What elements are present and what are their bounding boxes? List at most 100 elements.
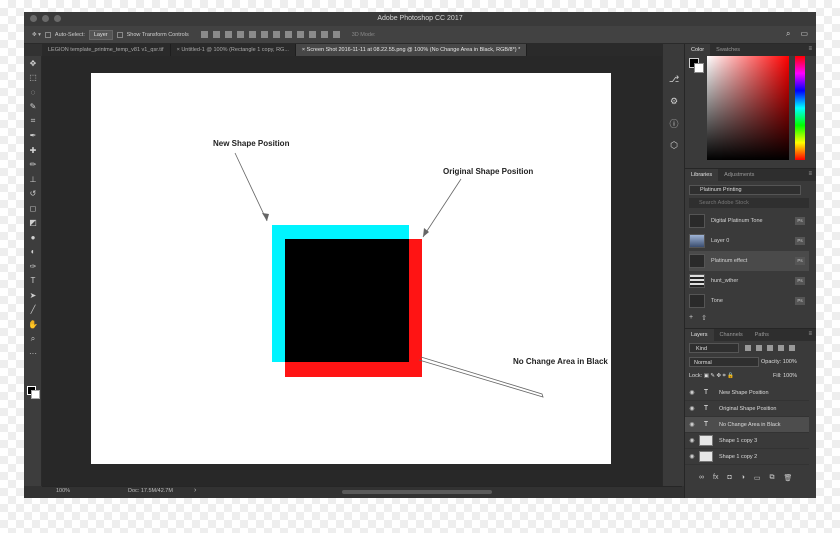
workspace-icon[interactable]: ▭	[800, 29, 808, 39]
history-icon[interactable]: ⎇	[663, 68, 685, 90]
background-color-swatch[interactable]	[31, 390, 40, 399]
trash-icon[interactable]: 🗑	[784, 474, 793, 482]
fx-icon[interactable]: fx	[713, 474, 718, 482]
layer-row[interactable]: ◉ T Original Shape Position	[685, 401, 809, 417]
link-icon[interactable]: ∞	[699, 474, 704, 482]
library-item[interactable]: hunt_wther Ps	[689, 271, 809, 291]
tab-channels[interactable]: Channels	[714, 329, 749, 341]
adjustment-icon[interactable]: ◑	[741, 474, 745, 482]
chevron-right-icon[interactable]: ›	[194, 487, 196, 494]
auto-select-checkbox[interactable]	[44, 31, 51, 38]
align-middle-icon[interactable]	[212, 31, 220, 38]
library-dropdown[interactable]: Platinum Printing	[689, 185, 801, 195]
hand-icon[interactable]: ✋	[24, 317, 42, 332]
gradient-icon[interactable]: ◩	[24, 216, 42, 231]
move-icon[interactable]: ✥	[24, 56, 42, 71]
canvas-area[interactable]: New Shape Position Original Shape Positi…	[42, 56, 682, 486]
align-left-icon[interactable]	[236, 31, 244, 38]
layer-row[interactable]: ◉ T New Shape Position	[685, 385, 809, 401]
zoom-level[interactable]: 100%	[56, 488, 70, 494]
tab-swatches[interactable]: Swatches	[710, 44, 746, 56]
more-icon[interactable]: ···	[24, 346, 42, 361]
folder-icon[interactable]: ▭	[754, 474, 761, 482]
library-item[interactable]: Layer 0 Ps	[689, 231, 809, 251]
panel-menu-icon[interactable]: ≡	[808, 46, 812, 52]
panel-menu-icon[interactable]: ≡	[808, 331, 812, 337]
filter-adjustment-icon[interactable]	[756, 345, 762, 351]
dodge-icon[interactable]: ◐	[24, 245, 42, 260]
library-item[interactable]: Platinum effect Ps	[689, 251, 809, 271]
tab-paths[interactable]: Paths	[749, 329, 775, 341]
tab-untitled-1[interactable]: × Untitled-1 @ 100% (Rectangle 1 copy, R…	[171, 44, 296, 56]
blend-mode-dropdown[interactable]: Normal	[689, 357, 759, 367]
brush-icon[interactable]: ✏	[24, 158, 42, 173]
horizontal-scrollbar[interactable]	[342, 490, 492, 494]
zoom-icon[interactable]: ⌕	[24, 332, 42, 347]
type-icon[interactable]: T	[24, 274, 42, 289]
filter-type-icon[interactable]	[767, 345, 773, 351]
filter-pixel-icon[interactable]	[745, 345, 751, 351]
distribute-left-icon[interactable]	[308, 31, 316, 38]
tab-layers[interactable]: Layers	[685, 329, 714, 341]
opacity-control[interactable]: Opacity: 100%	[761, 357, 797, 367]
healing-icon[interactable]: ✚	[24, 143, 42, 158]
mask-icon[interactable]: ◘	[727, 474, 731, 482]
stamp-icon[interactable]: ⊥	[24, 172, 42, 187]
path-select-icon[interactable]: ➤	[24, 288, 42, 303]
panel-menu-icon[interactable]: ≡	[808, 171, 812, 177]
distribute-bottom-icon[interactable]	[296, 31, 304, 38]
align-right-icon[interactable]	[260, 31, 268, 38]
minimize-window-button[interactable]	[42, 15, 49, 22]
3d-icon[interactable]: ⬡	[663, 134, 685, 156]
quick-select-icon[interactable]: ✎	[24, 100, 42, 115]
align-center-icon[interactable]	[248, 31, 256, 38]
add-icon[interactable]: +	[689, 314, 693, 322]
layer-kind-filter[interactable]: Kind	[689, 343, 739, 353]
filter-smart-icon[interactable]	[789, 345, 795, 351]
move-icon[interactable]: ✥ ▾	[32, 32, 41, 38]
lock-icon[interactable]: ▣ ✎ ✥ ⌗ 🔒	[704, 373, 734, 379]
eye-icon[interactable]: ◉	[685, 453, 699, 460]
close-window-button[interactable]	[30, 15, 37, 22]
eye-icon[interactable]: ◉	[685, 437, 699, 444]
eye-icon[interactable]: ◉	[685, 405, 699, 412]
history-brush-icon[interactable]: ↺	[24, 187, 42, 202]
distribute-top-icon[interactable]	[272, 31, 280, 38]
lasso-icon[interactable]: ◌	[24, 85, 42, 100]
eraser-icon[interactable]: ◻	[24, 201, 42, 216]
align-bottom-icon[interactable]	[224, 31, 232, 38]
crop-icon[interactable]: ⌗	[24, 114, 42, 129]
color-picker-field[interactable]	[707, 56, 789, 160]
zoom-window-button[interactable]	[54, 15, 61, 22]
tab-color[interactable]: Color	[685, 44, 711, 56]
layer-row[interactable]: ◉ Shape 1 copy 3	[685, 433, 809, 449]
upload-icon[interactable]: ⇧	[701, 314, 707, 322]
eyedropper-icon[interactable]: ✒	[24, 129, 42, 144]
new-layer-icon[interactable]: ⧉	[770, 474, 775, 482]
background-color-chip[interactable]	[694, 63, 704, 73]
distribute-center-icon[interactable]	[320, 31, 328, 38]
tab-libraries[interactable]: Libraries	[685, 169, 719, 181]
properties-icon[interactable]: ⚙	[663, 90, 685, 112]
pen-icon[interactable]: ✑	[24, 259, 42, 274]
library-item[interactable]: Digital Platinum Tone Ps	[689, 211, 809, 231]
line-icon[interactable]: ╱	[24, 303, 42, 318]
search-icon[interactable]: ⌕	[786, 29, 790, 39]
hue-slider[interactable]	[795, 56, 805, 160]
tab-legion-template[interactable]: LEGION template_printme_temp_v81 v1_qsr.…	[42, 44, 171, 56]
marquee-icon[interactable]: ⬚	[24, 71, 42, 86]
info-icon[interactable]: ⓘ	[663, 112, 685, 134]
layer-row[interactable]: ◉ Shape 1 copy 2	[685, 449, 809, 465]
layer-row[interactable]: ◉ T No Change Area in Black	[685, 417, 809, 433]
tab-adjustments[interactable]: Adjustments	[718, 169, 760, 181]
distribute-middle-icon[interactable]	[284, 31, 292, 38]
eye-icon[interactable]: ◉	[685, 389, 699, 396]
eye-icon[interactable]: ◉	[685, 421, 699, 428]
document-canvas[interactable]: New Shape Position Original Shape Positi…	[91, 73, 611, 464]
filter-shape-icon[interactable]	[778, 345, 784, 351]
library-item[interactable]: Tone Ps	[689, 291, 809, 311]
transform-controls-checkbox[interactable]	[116, 31, 123, 38]
align-top-icon[interactable]	[200, 31, 208, 38]
tab-screen-shot[interactable]: × Screen Shot 2016-11-11 at 08.22.55.png…	[295, 44, 528, 56]
auto-select-dropdown[interactable]: Layer	[88, 29, 113, 40]
